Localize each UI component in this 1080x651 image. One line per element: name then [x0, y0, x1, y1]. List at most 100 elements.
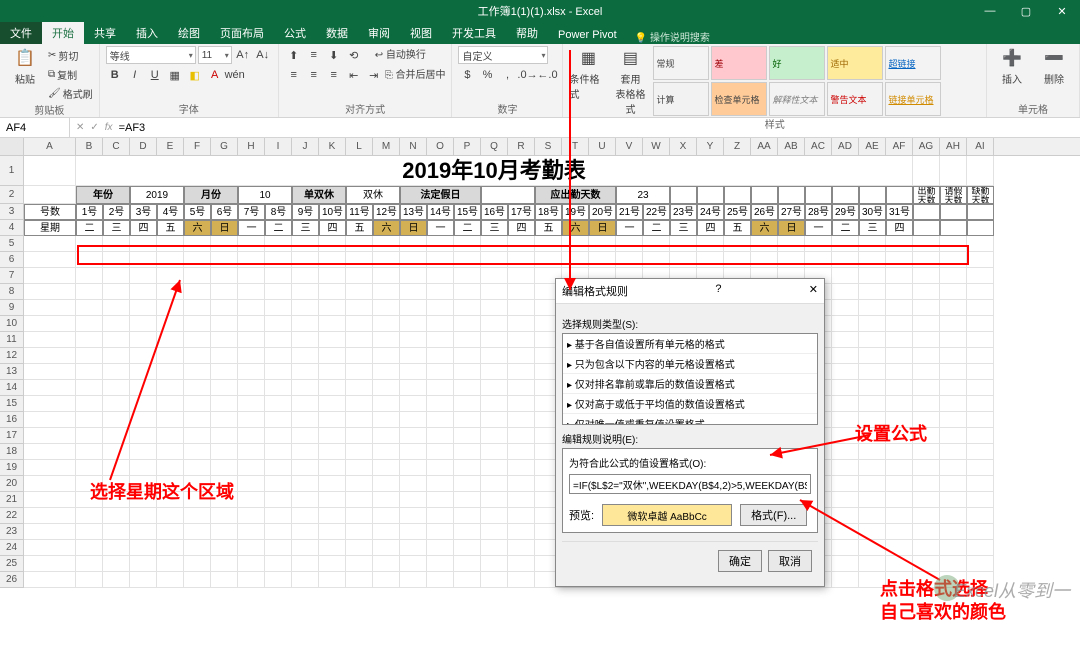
cell[interactable] [130, 412, 157, 428]
cell[interactable] [319, 460, 346, 476]
cell[interactable] [697, 186, 724, 204]
cell[interactable] [751, 186, 778, 204]
cell[interactable]: 二 [832, 220, 859, 236]
cell[interactable] [562, 252, 589, 268]
cell[interactable] [832, 380, 859, 396]
rule-option[interactable]: ▸ 仅对高于或低于平均值的数值设置格式 [563, 394, 817, 414]
cell[interactable] [184, 540, 211, 556]
cell[interactable] [157, 572, 184, 588]
cell[interactable] [238, 508, 265, 524]
cell[interactable] [103, 540, 130, 556]
cell[interactable] [346, 396, 373, 412]
cell[interactable] [373, 316, 400, 332]
cell[interactable] [400, 444, 427, 460]
cell[interactable] [508, 380, 535, 396]
cell[interactable] [76, 300, 103, 316]
cell[interactable] [211, 236, 238, 252]
cell[interactable] [427, 380, 454, 396]
cell[interactable] [913, 316, 940, 332]
cell[interactable]: 二 [643, 220, 670, 236]
cell[interactable] [427, 284, 454, 300]
cell[interactable] [373, 508, 400, 524]
cell[interactable] [859, 252, 886, 268]
cell[interactable]: 三 [859, 220, 886, 236]
cell[interactable] [76, 492, 103, 508]
cell[interactable] [913, 236, 940, 252]
cell[interactable]: 10 [238, 186, 292, 204]
formula-input-field[interactable] [569, 474, 811, 494]
col-header[interactable]: AF [886, 138, 913, 155]
cell[interactable] [427, 252, 454, 268]
cell[interactable] [400, 428, 427, 444]
cell[interactable] [400, 300, 427, 316]
cell[interactable] [130, 460, 157, 476]
cell[interactable]: 5号 [184, 204, 211, 220]
cell[interactable] [400, 364, 427, 380]
cell[interactable]: 五 [535, 220, 562, 236]
cell[interactable]: 单双休 [292, 186, 346, 204]
tab-share[interactable]: 共享 [84, 22, 126, 44]
cell[interactable]: 月份 [184, 186, 238, 204]
cell[interactable] [859, 236, 886, 252]
cell[interactable] [427, 364, 454, 380]
cell[interactable] [859, 428, 886, 444]
cell[interactable] [238, 332, 265, 348]
cell[interactable] [319, 556, 346, 572]
cell[interactable] [157, 268, 184, 284]
cell[interactable] [886, 348, 913, 364]
font-family-select[interactable]: 等线 [106, 46, 196, 64]
cell[interactable] [805, 236, 832, 252]
cell[interactable]: 4号 [157, 204, 184, 220]
ok-button[interactable]: 确定 [718, 550, 762, 572]
formula-input[interactable]: =AF3 [119, 122, 146, 134]
cell[interactable] [508, 572, 535, 588]
row-header[interactable]: 4 [0, 220, 24, 236]
cell[interactable] [940, 476, 967, 492]
cell[interactable] [859, 300, 886, 316]
cell[interactable] [886, 412, 913, 428]
cell[interactable] [967, 508, 994, 524]
cell[interactable] [400, 412, 427, 428]
cell[interactable] [238, 572, 265, 588]
cell[interactable] [481, 428, 508, 444]
cell[interactable]: 五 [724, 220, 751, 236]
cell[interactable] [346, 540, 373, 556]
cell[interactable] [184, 524, 211, 540]
cell[interactable]: 28号 [805, 204, 832, 220]
merge-button[interactable]: ⎘ 合并后居中 [385, 66, 446, 84]
cell[interactable] [508, 460, 535, 476]
row-header[interactable]: 15 [0, 396, 24, 412]
cell[interactable] [940, 380, 967, 396]
col-header[interactable]: AG [913, 138, 940, 155]
border-icon[interactable]: ▦ [166, 66, 184, 84]
cell[interactable] [346, 572, 373, 588]
cell[interactable]: 16号 [481, 204, 508, 220]
cell[interactable] [211, 412, 238, 428]
cell[interactable] [157, 476, 184, 492]
col-header[interactable]: A [24, 138, 76, 155]
cell[interactable] [319, 428, 346, 444]
cell[interactable] [832, 186, 859, 204]
cell[interactable] [238, 348, 265, 364]
cell[interactable] [24, 460, 76, 476]
cell[interactable] [238, 284, 265, 300]
cell[interactable] [130, 332, 157, 348]
cell[interactable] [967, 156, 994, 186]
col-header[interactable]: B [76, 138, 103, 155]
cell[interactable] [292, 332, 319, 348]
cell[interactable] [886, 284, 913, 300]
cell[interactable] [778, 252, 805, 268]
row-header[interactable]: 14 [0, 380, 24, 396]
cell[interactable] [400, 572, 427, 588]
cell[interactable] [103, 508, 130, 524]
cell[interactable] [670, 186, 697, 204]
cell[interactable] [886, 332, 913, 348]
cell[interactable] [184, 572, 211, 588]
cell[interactable] [427, 268, 454, 284]
cell[interactable] [886, 572, 913, 588]
cell[interactable] [913, 460, 940, 476]
cell[interactable] [832, 348, 859, 364]
cell[interactable] [427, 572, 454, 588]
cell[interactable] [211, 252, 238, 268]
cell[interactable] [886, 316, 913, 332]
